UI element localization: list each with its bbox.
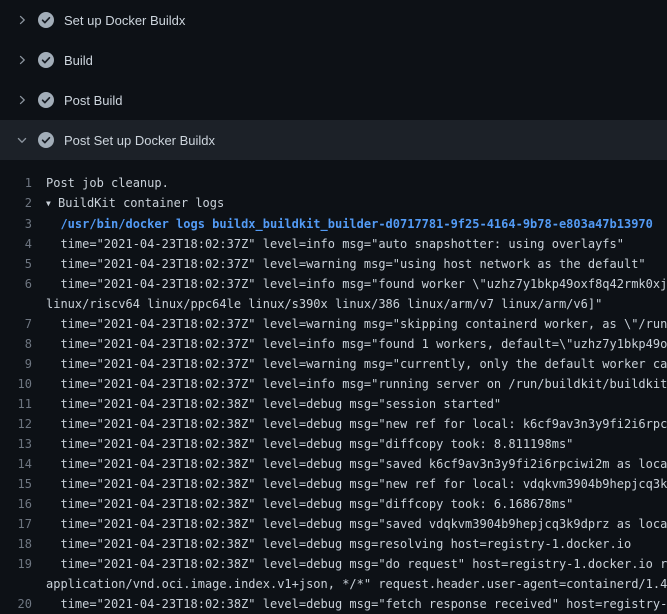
- log-line: 19 time="2021-04-23T18:02:38Z" level=deb…: [0, 554, 667, 594]
- log-line-number[interactable]: 3: [0, 214, 46, 234]
- log-viewer: 1 Post job cleanup. 2 ▼ BuildKit contain…: [0, 160, 667, 614]
- log-line: 17 time="2021-04-23T18:02:38Z" level=deb…: [0, 514, 667, 534]
- log-line: 10 time="2021-04-23T18:02:37Z" level=inf…: [0, 374, 667, 394]
- log-line-number[interactable]: 8: [0, 334, 46, 354]
- log-line-text: time="2021-04-23T18:02:37Z" level=warnin…: [46, 314, 667, 334]
- log-line: 20 time="2021-04-23T18:02:38Z" level=deb…: [0, 594, 667, 614]
- log-line-text: time="2021-04-23T18:02:37Z" level=info m…: [46, 234, 667, 254]
- log-line-number[interactable]: 15: [0, 474, 46, 494]
- step-header-build[interactable]: Build: [0, 40, 667, 80]
- log-line-text: time="2021-04-23T18:02:38Z" level=debug …: [46, 594, 667, 614]
- log-line-number[interactable]: 18: [0, 534, 46, 554]
- chevron-right-icon: [16, 54, 38, 66]
- log-line-number[interactable]: 20: [0, 594, 46, 614]
- log-line-text: time="2021-04-23T18:02:38Z" level=debug …: [46, 514, 667, 534]
- step-header-post-set-up-docker-buildx[interactable]: Post Set up Docker Buildx: [0, 120, 667, 160]
- log-line-number[interactable]: 12: [0, 414, 46, 434]
- log-line-number[interactable]: 7: [0, 314, 46, 334]
- log-line: 5 time="2021-04-23T18:02:37Z" level=warn…: [0, 254, 667, 274]
- log-line-text: time="2021-04-23T18:02:38Z" level=debug …: [46, 554, 667, 594]
- log-line: 11 time="2021-04-23T18:02:38Z" level=deb…: [0, 394, 667, 414]
- check-circle-icon: [38, 92, 54, 108]
- triangle-down-icon[interactable]: ▼: [46, 194, 51, 214]
- log-line-number[interactable]: 4: [0, 234, 46, 254]
- log-line: 3 /usr/bin/docker logs buildx_buildkit_b…: [0, 214, 667, 234]
- step-label: Set up Docker Buildx: [64, 13, 185, 28]
- log-line-text: time="2021-04-23T18:02:38Z" level=debug …: [46, 394, 667, 414]
- log-line: 13 time="2021-04-23T18:02:38Z" level=deb…: [0, 434, 667, 454]
- log-line-text: time="2021-04-23T18:02:38Z" level=debug …: [46, 414, 667, 434]
- log-line-text: Post job cleanup.: [46, 173, 667, 193]
- log-line-text: time="2021-04-23T18:02:38Z" level=debug …: [46, 474, 667, 494]
- log-line-text: time="2021-04-23T18:02:38Z" level=debug …: [46, 454, 667, 474]
- log-line-number[interactable]: 5: [0, 254, 46, 274]
- chevron-down-icon: [16, 134, 38, 146]
- log-line-text: time="2021-04-23T18:02:38Z" level=debug …: [46, 494, 667, 514]
- check-circle-icon: [38, 12, 54, 28]
- step-label: Post Set up Docker Buildx: [64, 133, 215, 148]
- check-circle-icon: [38, 52, 54, 68]
- log-line: 14 time="2021-04-23T18:02:38Z" level=deb…: [0, 454, 667, 474]
- log-line: 2 ▼ BuildKit container logs: [0, 193, 667, 214]
- log-line-text: /usr/bin/docker logs buildx_buildkit_bui…: [46, 214, 667, 234]
- step-label: Build: [64, 53, 93, 68]
- chevron-right-icon: [16, 94, 38, 106]
- log-line: 7 time="2021-04-23T18:02:37Z" level=warn…: [0, 314, 667, 334]
- check-circle-icon: [38, 132, 54, 148]
- log-line: 16 time="2021-04-23T18:02:38Z" level=deb…: [0, 494, 667, 514]
- step-label: Post Build: [64, 93, 123, 108]
- log-line-number[interactable]: 6: [0, 274, 46, 294]
- log-line-number[interactable]: 17: [0, 514, 46, 534]
- log-line: 6 time="2021-04-23T18:02:37Z" level=info…: [0, 274, 667, 314]
- log-line: 12 time="2021-04-23T18:02:38Z" level=deb…: [0, 414, 667, 434]
- log-line-number[interactable]: 13: [0, 434, 46, 454]
- log-line-number[interactable]: 2: [0, 193, 46, 213]
- log-line: 1 Post job cleanup.: [0, 173, 667, 193]
- log-line-text: time="2021-04-23T18:02:37Z" level=warnin…: [46, 254, 667, 274]
- log-line-number[interactable]: 9: [0, 354, 46, 374]
- log-line-text: time="2021-04-23T18:02:37Z" level=info m…: [46, 274, 667, 314]
- steps-list: Set up Docker Buildx Build P: [0, 0, 667, 160]
- log-line: 8 time="2021-04-23T18:02:37Z" level=info…: [0, 334, 667, 354]
- log-line-text: time="2021-04-23T18:02:37Z" level=warnin…: [46, 354, 667, 374]
- log-line-number[interactable]: 19: [0, 554, 46, 574]
- log-line-number[interactable]: 10: [0, 374, 46, 394]
- log-line-text: time="2021-04-23T18:02:38Z" level=debug …: [46, 434, 667, 454]
- chevron-right-icon: [16, 14, 38, 26]
- log-line-number[interactable]: 1: [0, 173, 46, 193]
- log-line: 9 time="2021-04-23T18:02:37Z" level=warn…: [0, 354, 667, 374]
- step-header-post-build[interactable]: Post Build: [0, 80, 667, 120]
- log-line: 4 time="2021-04-23T18:02:37Z" level=info…: [0, 234, 667, 254]
- log-line-text: time="2021-04-23T18:02:38Z" level=debug …: [46, 534, 667, 554]
- log-line-text: time="2021-04-23T18:02:37Z" level=info m…: [46, 374, 667, 394]
- log-line-number[interactable]: 14: [0, 454, 46, 474]
- log-line: 18 time="2021-04-23T18:02:38Z" level=deb…: [0, 534, 667, 554]
- log-line-number[interactable]: 16: [0, 494, 46, 514]
- step-header-set-up-docker-buildx[interactable]: Set up Docker Buildx: [0, 0, 667, 40]
- log-line: 15 time="2021-04-23T18:02:38Z" level=deb…: [0, 474, 667, 494]
- log-line-text: time="2021-04-23T18:02:37Z" level=info m…: [46, 334, 667, 354]
- log-line-text: ▼ BuildKit container logs: [46, 193, 667, 214]
- log-line-number[interactable]: 11: [0, 394, 46, 414]
